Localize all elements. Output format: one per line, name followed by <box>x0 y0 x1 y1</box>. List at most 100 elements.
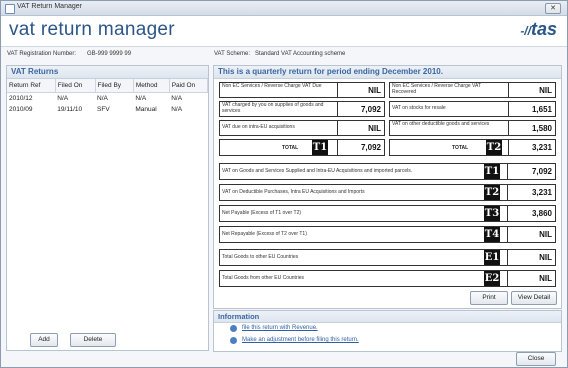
summary-row-e2: Total Goods from other EU Countries E2 N… <box>219 270 556 287</box>
vat-reg-label: VAT Registration Number: <box>7 51 77 57</box>
tag-t2: T2 <box>484 185 500 200</box>
table-cell: N/A <box>57 95 69 102</box>
return-period-heading: This is a quarterly return for period en… <box>214 66 561 79</box>
box-value: NIL <box>539 86 552 95</box>
view-detail-button[interactable]: View Detail <box>511 291 557 305</box>
window-title: VAT Return Manager <box>17 3 82 10</box>
box-divider <box>508 83 509 97</box>
box-value: 7,092 <box>360 105 381 114</box>
tag-t4: T4 <box>484 227 500 242</box>
file-return-link[interactable]: file this return with Revenue. <box>242 325 318 331</box>
box-divider <box>337 140 338 155</box>
summary-label: Net Repayable (Excess of T2 over T1) <box>222 231 307 237</box>
box-divider <box>508 140 509 155</box>
total-value: 7,092 <box>360 143 381 152</box>
box-value: 1,651 <box>531 105 552 114</box>
box-label: VAT charged by you on supplies of goods … <box>222 102 324 114</box>
summary-value: 3,231 <box>531 188 552 197</box>
box-intra-eu-acquisitions: VAT due on intra-EU acquisitions NIL <box>219 120 385 136</box>
box-vat-stocks-resale: VAT on stocks for resale 1,651 <box>389 101 556 117</box>
table-cell: N/A <box>171 95 183 102</box>
add-button[interactable]: Add <box>30 333 58 347</box>
table-cell: 19/11/10 <box>57 106 83 113</box>
tag-t1: T1 <box>484 164 500 179</box>
window-close-button[interactable]: ✕ <box>545 3 561 14</box>
vat-returns-heading: VAT Returns <box>7 66 208 79</box>
box-divider <box>508 102 509 116</box>
table-cell: SFV <box>97 106 110 113</box>
column-header[interactable]: Filed By <box>95 79 134 93</box>
box-vat-charged: VAT charged by you on supplies of goods … <box>219 101 385 117</box>
table-row[interactable]: 2010/09 19/11/10 SFV Manual N/A <box>7 104 208 115</box>
app-title: vat return manager <box>9 19 175 40</box>
tag-e1: E1 <box>484 250 500 265</box>
summary-value: NIL <box>539 230 552 239</box>
box-divider <box>507 164 508 179</box>
logo: -//tas <box>520 19 557 40</box>
box-value: 1,580 <box>531 124 552 133</box>
summary-label: VAT on Goods and Services Supplied and I… <box>222 168 413 174</box>
box-divider <box>507 206 508 221</box>
info-icon <box>230 325 237 332</box>
total-label: TOTAL <box>282 145 299 151</box>
summary-label: VAT on Deductible Purchases, Intra EU Ac… <box>222 189 365 195</box>
table-cell: N/A <box>135 95 147 102</box>
total-label: TOTAL <box>452 145 469 151</box>
box-divider <box>507 271 508 286</box>
table-header-row: Return Ref Filed On Filed By Method Paid… <box>7 79 209 93</box>
table-cell: Manual <box>135 106 157 113</box>
vat-scheme-label: VAT Scheme: <box>214 51 251 57</box>
table-cell: N/A <box>97 95 108 102</box>
app-icon <box>5 4 15 14</box>
table-cell: 2010/09 <box>9 106 33 113</box>
box-divider <box>337 83 338 97</box>
column-header[interactable]: Return Ref <box>7 79 56 93</box>
info-icon <box>230 337 237 344</box>
vat-reg-value: GB-999 9999 99 <box>87 51 132 57</box>
box-other-deductible: VAT on other deductible goods and servic… <box>389 120 556 136</box>
summary-value: NIL <box>539 274 552 283</box>
information-panel: Information file this return with Revenu… <box>213 310 562 352</box>
summary-row-t3: Net Payable (Excess of T1 over T2) T3 3,… <box>219 205 556 222</box>
summary-row-t4: Net Repayable (Excess of T2 over T1) T4 … <box>219 226 556 243</box>
column-header[interactable]: Filed On <box>55 79 96 93</box>
box-label: Non EC Services / Reverse Charge VAT Due <box>222 83 322 89</box>
logo-mark-icon: -// <box>520 24 531 38</box>
box-value: NIL <box>368 86 381 95</box>
table-cell: N/A <box>171 106 183 113</box>
summary-label: Total Goods to other EU Countries <box>222 254 299 260</box>
column-header[interactable]: Method <box>133 79 170 93</box>
info-bar: VAT Registration Number: GB-999 9999 99 … <box>1 47 567 61</box>
make-adjustment-link[interactable]: Make an adjustment before filing this re… <box>242 337 359 343</box>
logo-text: tas <box>530 19 557 39</box>
information-heading: Information <box>214 311 561 323</box>
summary-value: NIL <box>539 253 552 262</box>
box-divider <box>337 121 338 135</box>
tag-e2: E2 <box>484 271 500 286</box>
box-divider <box>507 250 508 265</box>
vat-returns-table: Return Ref Filed On Filed By Method Paid… <box>7 79 209 115</box>
vat-scheme-value: Standard VAT Accounting scheme <box>255 51 346 57</box>
total-t2-box: TOTAL T2 3,231 <box>389 139 556 156</box>
tag-t2: T2 <box>486 140 502 155</box>
box-label: VAT on other deductible goods and servic… <box>392 121 490 127</box>
box-divider <box>508 121 509 135</box>
box-divider <box>507 227 508 242</box>
summary-value: 7,092 <box>531 167 552 176</box>
vat-returns-panel: VAT Returns Return Ref Filed On Filed By… <box>6 65 209 351</box>
table-row[interactable]: 2010/12 N/A N/A N/A N/A <box>7 93 208 105</box>
box-value: NIL <box>368 124 381 133</box>
column-header[interactable]: Paid On <box>169 79 209 93</box>
summary-row-t2: VAT on Deductible Purchases, Intra EU Ac… <box>219 184 556 201</box>
total-t1-box: TOTAL T1 7,092 <box>219 139 385 156</box>
box-divider <box>507 185 508 200</box>
tag-t3: T3 <box>484 206 500 221</box>
tag-t1: T1 <box>312 140 328 155</box>
box-label: VAT on stocks for resale <box>392 105 446 111</box>
box-reverse-charge-due: Non EC Services / Reverse Charge VAT Due… <box>219 82 385 98</box>
summary-label: Total Goods from other EU Countries <box>222 275 304 281</box>
close-button[interactable]: Close <box>516 352 556 366</box>
print-button[interactable]: Print <box>470 291 508 305</box>
app-header: vat return manager -//tas <box>1 16 567 47</box>
delete-button[interactable]: Delete <box>70 333 116 347</box>
